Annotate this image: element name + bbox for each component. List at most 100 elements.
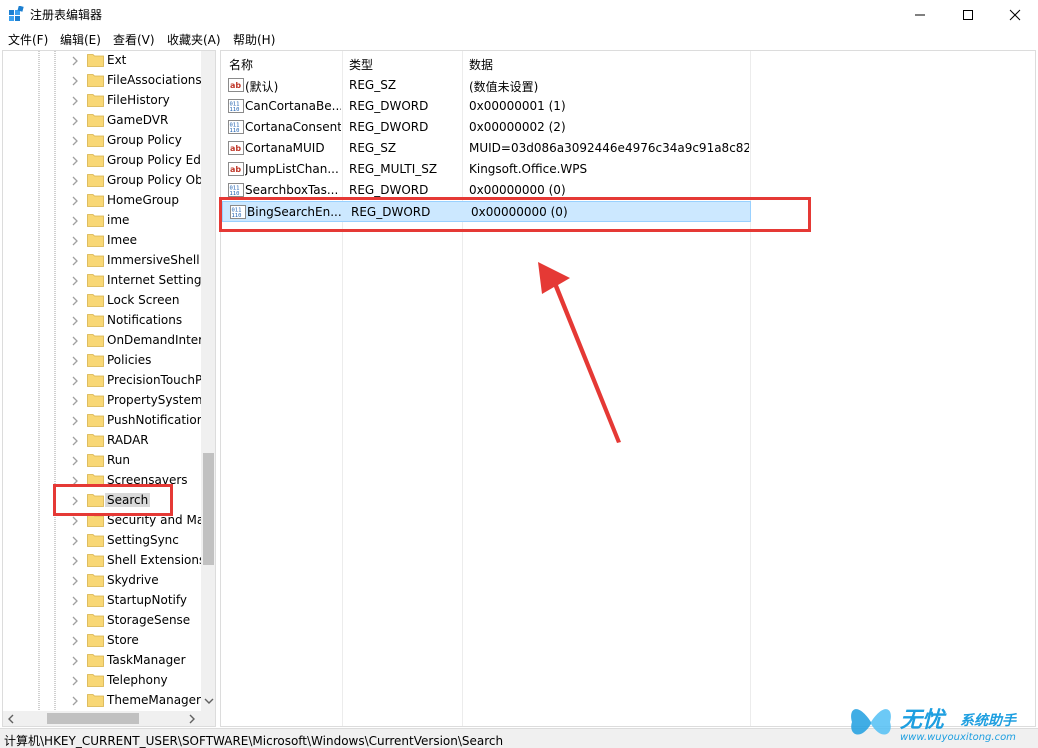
tree-item-telephony[interactable]: Telephony — [3, 671, 203, 691]
chevron-right-icon[interactable] — [70, 676, 80, 686]
chevron-right-icon[interactable] — [70, 56, 80, 66]
chevron-right-icon[interactable] — [70, 396, 80, 406]
chevron-right-icon[interactable] — [70, 636, 80, 646]
column-header-name[interactable]: 名称 — [221, 51, 343, 75]
value-row[interactable]: ab JumpListChan... REG_MULTI_SZ Kingsoft.Of… — [221, 159, 751, 180]
chevron-right-icon[interactable] — [70, 256, 80, 266]
chevron-right-icon[interactable] — [70, 436, 80, 446]
chevron-right-icon[interactable] — [70, 296, 80, 306]
tree-item-group-policy[interactable]: Group Policy — [3, 131, 203, 151]
search-key-highlight — [53, 484, 173, 516]
tree-item-internet-settings[interactable]: Internet Settings — [3, 271, 208, 291]
tree-item-fileassociations[interactable]: FileAssociations — [3, 71, 203, 91]
svg-text:ab: ab — [230, 81, 241, 90]
svg-text:ab: ab — [230, 144, 241, 153]
tree-item-gamedvr[interactable]: GameDVR — [3, 111, 203, 131]
tree-item-ext[interactable]: Ext — [3, 51, 203, 71]
registry-key-tree[interactable]: Ext FileAssociations FileHistory GameDVR Gro… — [2, 50, 216, 727]
chevron-right-icon[interactable] — [70, 156, 80, 166]
tree-item-startupnotify[interactable]: StartupNotify — [3, 591, 203, 611]
chevron-right-icon[interactable] — [70, 76, 80, 86]
tree-item-group-policy-ob[interactable]: Group Policy Ob — [3, 171, 203, 191]
maximize-button[interactable] — [945, 0, 991, 29]
tree-item-immersiveshell[interactable]: ImmersiveShell — [3, 251, 203, 271]
minimize-button[interactable] — [897, 0, 943, 29]
chevron-right-icon[interactable] — [70, 216, 80, 226]
tree-item-group-policy-ed[interactable]: Group Policy Ed — [3, 151, 203, 171]
chevron-right-icon[interactable] — [70, 96, 80, 106]
scroll-down-icon[interactable] — [204, 696, 214, 706]
chevron-right-icon[interactable] — [70, 376, 80, 386]
chevron-right-icon[interactable] — [70, 696, 80, 706]
chevron-right-icon[interactable] — [70, 136, 80, 146]
tree-vertical-scrollbar[interactable] — [201, 51, 215, 711]
tree-item-run[interactable]: Run — [3, 451, 203, 471]
chevron-right-icon[interactable] — [70, 456, 80, 466]
tree-item-radar[interactable]: RADAR — [3, 431, 203, 451]
chevron-right-icon[interactable] — [70, 236, 80, 246]
tree-item-storagesense[interactable]: StorageSense — [3, 611, 203, 631]
tree-item-store[interactable]: Store — [3, 631, 203, 651]
chevron-right-icon[interactable] — [70, 276, 80, 286]
folder-icon — [87, 434, 104, 447]
folder-icon — [87, 414, 104, 427]
value-row[interactable]: ab (默认) REG_SZ (数值未设置) — [221, 75, 751, 96]
tree-item-propertysystem[interactable]: PropertySystem — [3, 391, 203, 411]
tree-item-policies[interactable]: Policies — [3, 351, 203, 371]
tree-hscroll-thumb[interactable] — [47, 713, 139, 724]
value-name: (默认) — [245, 80, 279, 94]
scroll-right-icon[interactable] — [187, 714, 197, 724]
chevron-right-icon[interactable] — [70, 196, 80, 206]
chevron-right-icon[interactable] — [70, 316, 80, 326]
chevron-right-icon[interactable] — [70, 656, 80, 666]
chevron-right-icon[interactable] — [70, 176, 80, 186]
chevron-right-icon[interactable] — [70, 516, 80, 526]
value-row[interactable]: 011 110 CanCortanaBe... REG_DWORD 0x00000001… — [221, 96, 751, 117]
chevron-right-icon[interactable] — [70, 116, 80, 126]
tree-item-ondemandinter[interactable]: OnDemandInter — [3, 331, 203, 351]
folder-icon — [87, 594, 104, 607]
chevron-right-icon[interactable] — [70, 576, 80, 586]
value-row[interactable]: 011 110 CortanaConsent REG_DWORD 0x00000002 … — [221, 117, 751, 138]
tree-item-precisiontouchp[interactable]: PrecisionTouchP — [3, 371, 203, 391]
chevron-right-icon[interactable] — [70, 556, 80, 566]
tree-item-ime[interactable]: ime — [3, 211, 203, 231]
binary-value-icon: 011110 — [228, 120, 244, 134]
tree-item-pushnotification[interactable]: PushNotification — [3, 411, 204, 431]
tree-item-filehistory[interactable]: FileHistory — [3, 91, 203, 111]
watermark-slogan: 系统助手 — [960, 713, 1016, 729]
registry-editor-icon — [9, 6, 24, 21]
chevron-right-icon[interactable] — [70, 596, 80, 606]
tree-item-imee[interactable]: Imee — [3, 231, 203, 251]
column-header-type[interactable]: 类型 — [341, 51, 461, 75]
value-row[interactable]: ab CortanaMUID REG_SZ MUID=03d086a3092446e4… — [221, 138, 751, 159]
folder-icon — [87, 654, 104, 667]
tree-item-lock-screen[interactable]: Lock Screen — [3, 291, 203, 311]
chevron-right-icon[interactable] — [70, 536, 80, 546]
tree-item-notifications[interactable]: Notifications — [3, 311, 203, 331]
chevron-right-icon[interactable] — [70, 336, 80, 346]
column-header-data[interactable]: 数据 — [461, 51, 751, 75]
tree-item-thememanager[interactable]: ThemeManager — [3, 691, 203, 711]
chevron-right-icon[interactable] — [70, 616, 80, 626]
tree-item-settingsync[interactable]: SettingSync — [3, 531, 203, 551]
tree-item-shell-extensions[interactable]: Shell Extensions — [3, 551, 205, 571]
watermark-logo: 无忧 系统助手 www.wuyouxitong.com — [840, 696, 1036, 748]
tree-item-label: ImmersiveShell — [107, 253, 200, 267]
tree-item-homegroup[interactable]: HomeGroup — [3, 191, 203, 211]
tree-item-label: Group Policy Ed — [107, 153, 201, 167]
tree-horizontal-scrollbar[interactable] — [3, 711, 201, 726]
close-button[interactable] — [992, 0, 1038, 29]
menu-help[interactable]: 帮助(H) — [233, 31, 275, 48]
menu-favorites[interactable]: 收藏夹(A) — [167, 31, 221, 48]
tree-vscroll-thumb[interactable] — [203, 453, 214, 565]
menu-edit[interactable]: 编辑(E) — [60, 31, 101, 48]
menu-file[interactable]: 文件(F) — [8, 31, 48, 48]
chevron-right-icon[interactable] — [70, 416, 80, 426]
folder-icon — [87, 334, 104, 347]
menu-view[interactable]: 查看(V) — [113, 31, 155, 48]
scroll-left-icon[interactable] — [6, 714, 16, 724]
tree-item-taskmanager[interactable]: TaskManager — [3, 651, 203, 671]
tree-item-skydrive[interactable]: Skydrive — [3, 571, 203, 591]
chevron-right-icon[interactable] — [70, 356, 80, 366]
